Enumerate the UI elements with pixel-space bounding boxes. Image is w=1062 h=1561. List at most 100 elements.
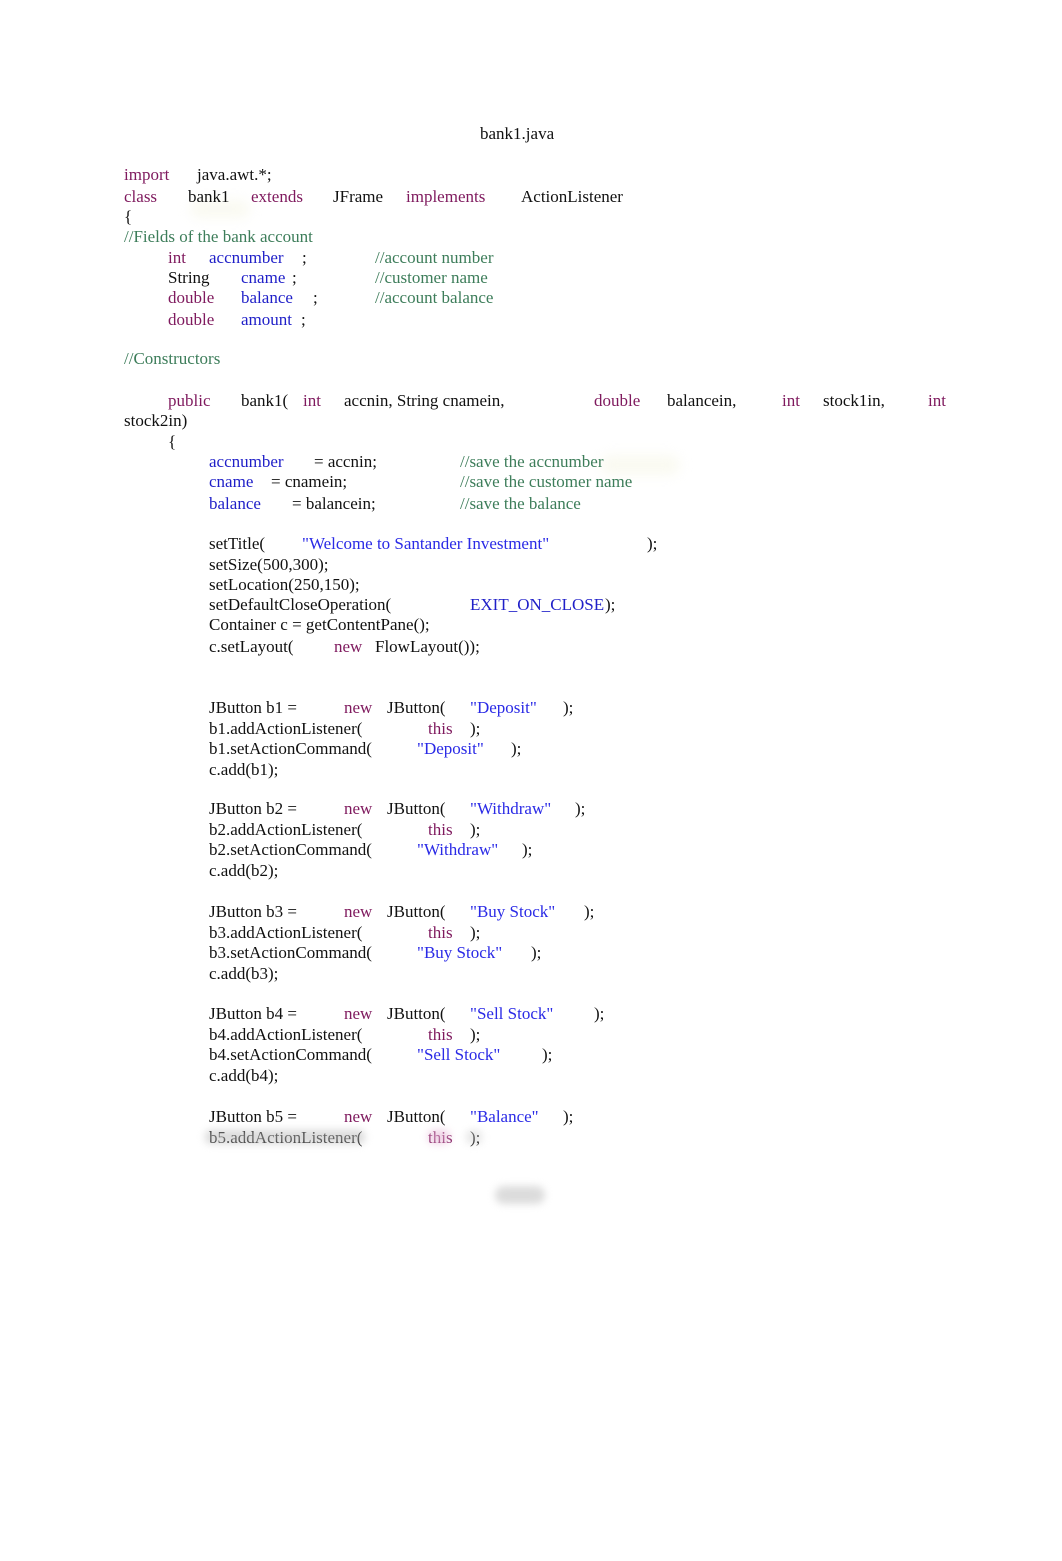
statement-end: );: [531, 943, 542, 962]
param-name: stock2in): [124, 411, 188, 430]
field-name: balance: [241, 288, 293, 307]
field-name: amount: [241, 310, 292, 329]
keyword-this: this: [428, 1025, 453, 1044]
param-type: int: [303, 391, 321, 410]
class-open-brace: {: [124, 207, 133, 226]
set-size-line: setSize(500,300);: [209, 555, 329, 574]
blurred-paren: [466, 1130, 482, 1144]
param-type: int: [782, 391, 800, 410]
set-layout-call: c.setLayout(: [209, 637, 294, 656]
add-listener-call: b4.addActionListener(: [209, 1025, 363, 1044]
field-semicolon: ;: [301, 310, 306, 329]
action-command-string: "Sell Stock": [417, 1045, 501, 1064]
constructor-name: bank1(: [241, 391, 289, 410]
page-number-footer: Page 1: [495, 1186, 545, 1204]
button-label-string: "Sell Stock": [470, 1004, 554, 1023]
keyword-extends: extends: [251, 187, 303, 206]
jbutton-constructor: JButton(: [387, 799, 446, 818]
field-semicolon: ;: [292, 268, 297, 287]
button-declaration: JButton b3 =: [209, 902, 297, 921]
add-listener-call: b1.addActionListener(: [209, 719, 363, 738]
close-op-end: );: [605, 595, 616, 614]
exit-constant: EXIT_ON_CLOSE: [470, 595, 605, 614]
container-add-call: c.add(b1);: [209, 760, 279, 779]
field-comment: //account balance: [375, 288, 494, 307]
keyword-implements: implements: [406, 187, 486, 206]
action-command-string: "Buy Stock": [417, 943, 503, 962]
statement-end: );: [563, 698, 574, 717]
title-close: );: [647, 534, 658, 553]
keyword-new: new: [344, 1107, 373, 1126]
statement-end: );: [470, 719, 481, 738]
title-string: "Welcome to Santander Investment": [302, 534, 550, 553]
statement-end: );: [470, 923, 481, 942]
document-title: bank1.java: [480, 124, 555, 143]
button-label-string: "Buy Stock": [470, 902, 556, 921]
interface-name: ActionListener: [521, 187, 623, 206]
field-type: double: [168, 310, 215, 329]
assignment-lhs: cname: [209, 472, 254, 491]
keyword-new: new: [344, 1004, 373, 1023]
action-command-string: "Deposit": [417, 739, 484, 758]
jbutton-constructor: JButton(: [387, 1004, 446, 1023]
jbutton-constructor: JButton(: [387, 698, 446, 717]
jbutton-constructor: JButton(: [387, 1107, 446, 1126]
import-package: java.awt.*;: [197, 165, 272, 184]
param-name: balancein,: [667, 391, 737, 410]
keyword-public: public: [168, 391, 211, 410]
assignment-comment: //save the customer name: [460, 472, 633, 491]
button-label-string: "Withdraw": [470, 799, 552, 818]
super-class: JFrame: [333, 187, 384, 206]
params: accnin, String cnamein,: [344, 391, 505, 410]
field-name: accnumber: [209, 248, 284, 267]
button-declaration: JButton b4 =: [209, 1004, 297, 1023]
keyword-import: import: [124, 165, 170, 184]
field-type: int: [168, 248, 186, 267]
button-declaration: JButton b5 =: [209, 1107, 297, 1126]
set-action-command-call: b2.setActionCommand(: [209, 840, 372, 859]
button-declaration: JButton b2 =: [209, 799, 297, 818]
class-name: bank1: [188, 187, 230, 206]
keyword-new: new: [344, 799, 373, 818]
statement-end: );: [542, 1045, 553, 1064]
add-listener-call: b2.addActionListener(: [209, 820, 363, 839]
button-label-string: "Balance": [470, 1107, 539, 1126]
param-name: stock1in,: [823, 391, 885, 410]
statement-end: );: [575, 799, 586, 818]
container-line: Container c = getContentPane();: [209, 615, 430, 634]
statement-end: );: [594, 1004, 605, 1023]
field-type: String: [168, 268, 210, 287]
blurred-code-line: [205, 1130, 365, 1144]
statement-end: );: [470, 820, 481, 839]
set-action-command-call: b3.setActionCommand(: [209, 943, 372, 962]
set-location-line: setLocation(250,150);: [209, 575, 360, 594]
fields-comment: //Fields of the bank account: [124, 227, 313, 246]
keyword-new: new: [344, 902, 373, 921]
assignment-rhs: = cnamein;: [271, 472, 348, 491]
container-add-call: c.add(b2);: [209, 861, 279, 880]
button-declaration: JButton b1 =: [209, 698, 297, 717]
button-label-string: "Deposit": [470, 698, 537, 717]
add-listener-call: b3.addActionListener(: [209, 923, 363, 942]
param-type: double: [594, 391, 641, 410]
param-type: int: [928, 391, 946, 410]
set-action-command-call: b4.setActionCommand(: [209, 1045, 372, 1064]
container-add-call: c.add(b4);: [209, 1066, 279, 1085]
assignment-rhs: = balancein;: [292, 494, 376, 513]
statement-end: );: [511, 739, 522, 758]
field-type: double: [168, 288, 215, 307]
statement-end: );: [563, 1107, 574, 1126]
field-semicolon: ;: [313, 288, 318, 307]
statement-end: );: [584, 902, 595, 921]
set-title-call: setTitle(: [209, 534, 266, 553]
statement-end: );: [470, 1025, 481, 1044]
assignment-lhs: balance: [209, 494, 261, 513]
field-comment: //account number: [375, 248, 494, 267]
assignment-comment: //save the balance: [460, 494, 581, 513]
set-close-op-call: setDefaultCloseOperation(: [209, 595, 392, 614]
jbutton-constructor: JButton(: [387, 902, 446, 921]
set-action-command-call: b1.setActionCommand(: [209, 739, 372, 758]
constructor-open-brace: {: [168, 432, 177, 451]
assignment-rhs: = accnin;: [314, 452, 377, 471]
keyword-new: new: [344, 698, 373, 717]
